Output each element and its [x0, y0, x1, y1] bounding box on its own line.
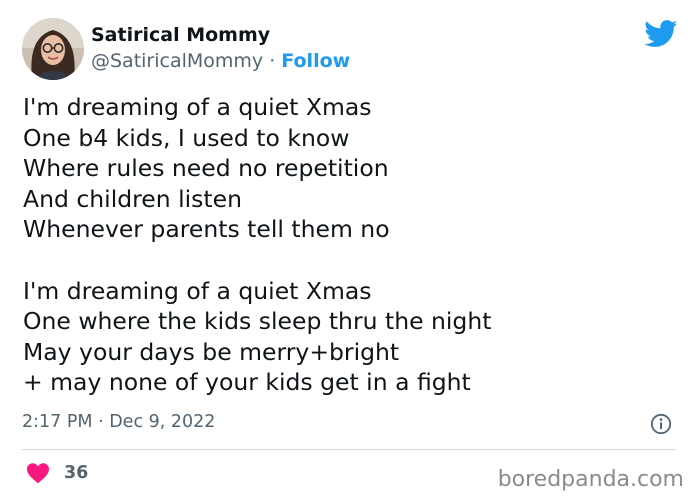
follow-button[interactable]: Follow — [281, 50, 350, 72]
twitter-bird-icon[interactable] — [644, 20, 678, 48]
heart-icon[interactable] — [26, 462, 50, 484]
like-count: 36 — [64, 463, 89, 483]
info-icon[interactable] — [650, 413, 672, 435]
avatar[interactable] — [22, 18, 84, 80]
tweet-text: I'm dreaming of a quiet Xmas One b4 kids… — [23, 93, 492, 397]
timestamp[interactable]: 2:17 PM · Dec 9, 2022 — [22, 410, 215, 434]
divider — [22, 449, 676, 450]
handle-separator: · — [263, 50, 282, 72]
watermark: boredpanda.com — [497, 467, 684, 492]
handle-row: @SatiricalMommy · Follow — [91, 48, 350, 74]
display-name[interactable]: Satirical Mommy — [91, 22, 270, 48]
handle[interactable]: @SatiricalMommy — [91, 50, 263, 72]
